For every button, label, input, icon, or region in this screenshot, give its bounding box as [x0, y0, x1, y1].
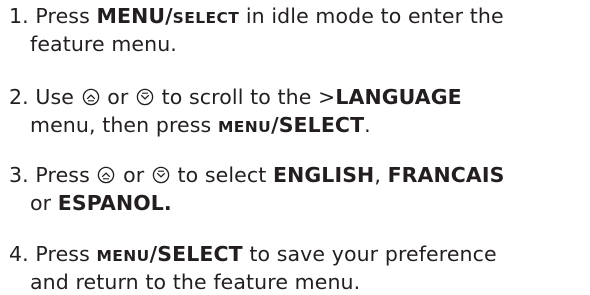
scroll-up-icon — [82, 88, 100, 106]
step-text: feature menu. — [30, 32, 177, 56]
step-text: menu, then press — [30, 113, 218, 137]
step-3-line-2: or ESPANOL. — [30, 190, 172, 216]
key-label: SELECT — [172, 9, 240, 27]
scroll-down-icon — [152, 166, 170, 184]
step-text: Press — [35, 242, 97, 266]
step-text: or — [30, 191, 58, 215]
scroll-up-icon — [97, 166, 115, 184]
step-text: in idle mode to enter the — [239, 4, 504, 28]
step-text: to save your preference — [242, 242, 497, 266]
step-text: Press — [35, 163, 97, 187]
step-number: 1. — [9, 4, 29, 28]
step-text: or — [100, 85, 136, 109]
step-4-line-1: 4. Press MENU/SELECT to save your prefer… — [9, 241, 497, 269]
step-text: . — [364, 113, 371, 137]
scroll-down-icon — [136, 88, 154, 106]
key-label: MENU — [217, 118, 272, 136]
step-number: 4. — [9, 242, 29, 266]
option-label: ESPANOL. — [57, 191, 172, 215]
step-number: 3. — [9, 163, 29, 187]
step-2-line-1: 2. Use or to scroll to the >LANGUAGE — [9, 84, 462, 110]
step-text: or — [116, 163, 151, 187]
key-label: MENU/ — [96, 4, 173, 28]
step-text: to scroll to the > — [155, 85, 336, 109]
step-text: Press — [35, 4, 97, 28]
key-label: /SELECT — [149, 242, 243, 266]
menu-label: LANGUAGE — [335, 85, 462, 109]
step-4-line-2: and return to the feature menu. — [30, 269, 360, 295]
step-text: Use — [35, 85, 81, 109]
key-label: /SELECT — [271, 113, 365, 137]
step-2-line-2: menu, then press MENU/SELECT. — [30, 112, 371, 140]
option-label: FRANCAIS — [387, 163, 505, 187]
step-number: 2. — [9, 85, 29, 109]
step-1-line-1: 1. Press MENU/SELECT in idle mode to ent… — [9, 3, 504, 31]
step-1-line-2: feature menu. — [30, 31, 177, 57]
step-3-line-1: 3. Press or to select ENGLISH, FRANCAIS — [9, 162, 504, 188]
key-label: MENU — [96, 247, 150, 265]
option-label: ENGLISH — [273, 163, 375, 187]
step-text: , — [374, 163, 388, 187]
step-text: to select — [170, 163, 274, 187]
step-text: and return to the feature menu. — [30, 270, 361, 294]
